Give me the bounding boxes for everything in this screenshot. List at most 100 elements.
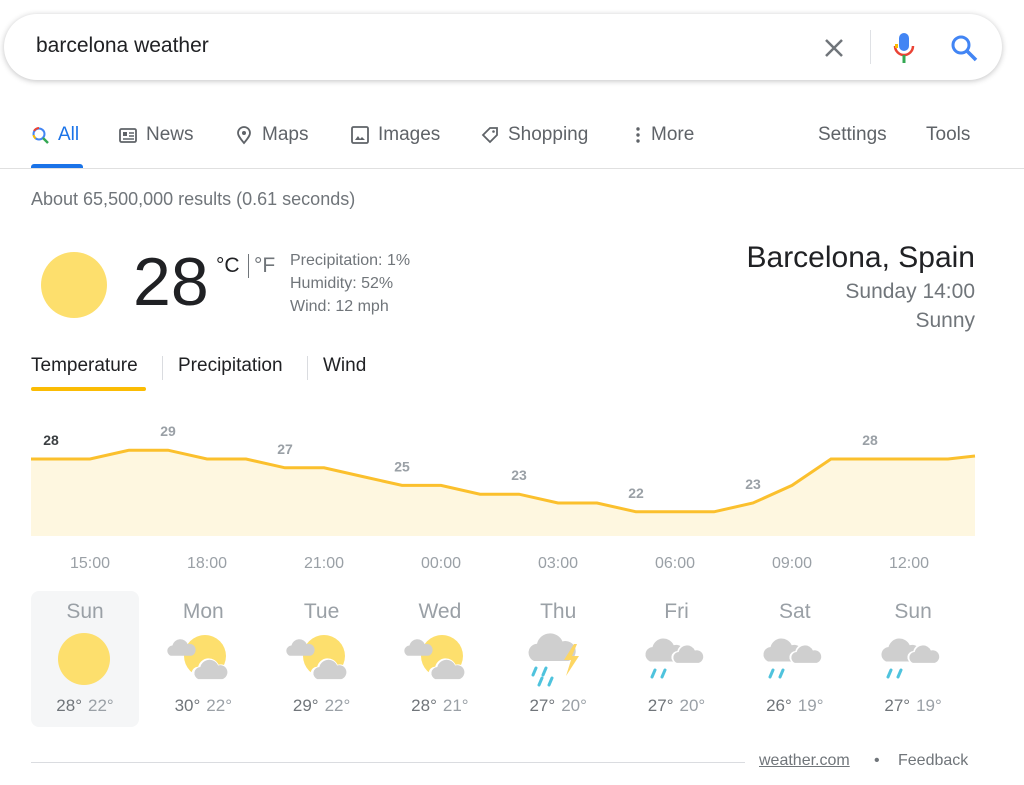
tab-news[interactable]: News [119, 124, 194, 146]
rain-icon [763, 638, 823, 679]
tab-images[interactable]: Images [351, 124, 440, 146]
temperature-label: 27 [277, 441, 293, 457]
current-temperature: 28 [133, 244, 209, 320]
feedback-link[interactable]: Feedback [898, 752, 968, 770]
forecast-day[interactable]: Sun 27° 19° [859, 591, 967, 727]
forecast-day[interactable]: Sun 28° 22° [31, 591, 139, 727]
x-tick-label: 00:00 [420, 555, 462, 572]
footer-divider [31, 762, 745, 763]
rain-icon [644, 638, 704, 679]
day-name: Wed [418, 600, 462, 623]
sun-icon [41, 252, 107, 318]
x-tick-label: 15:00 [69, 555, 111, 572]
tab-label: Images [378, 124, 441, 145]
day-name: Sun [894, 600, 932, 623]
map-pin-icon [237, 125, 251, 144]
low-temp: 19° [797, 696, 824, 715]
low-temp: 21° [442, 696, 469, 715]
high-temp: 27° [647, 696, 674, 715]
location: Barcelona, Spain [746, 241, 976, 274]
forecast-day[interactable]: Mon 30° 22° [149, 591, 257, 727]
high-temp: 29° [292, 696, 319, 715]
day-name: Sun [66, 600, 104, 623]
tab-maps[interactable]: Maps [235, 124, 308, 146]
temperature-chart: 28 29 27 25 23 22 23 28 [31, 423, 976, 536]
forecast-day[interactable]: Thu 27° 20° [504, 591, 612, 727]
tab-shopping[interactable]: Shopping [481, 124, 588, 146]
high-temp: 27° [529, 696, 556, 715]
x-tick-label: 03:00 [537, 555, 579, 572]
weather-source-link[interactable]: weather.com [759, 752, 850, 770]
temperature-label: 22 [628, 485, 644, 501]
forecast-day[interactable]: Sat 26° 19° [741, 591, 849, 727]
x-tick-label: 21:00 [303, 555, 345, 572]
x-tick-label: 06:00 [654, 555, 696, 572]
divider [162, 356, 163, 380]
local-time: Sunday 14:00 [845, 280, 975, 303]
wind: Wind: 12 mph [290, 298, 389, 315]
x-tick-label: 12:00 [888, 555, 930, 572]
search-icon [32, 126, 49, 144]
forecast-day[interactable]: Fri 27° 20° [623, 591, 731, 727]
settings-link[interactable]: Settings [818, 124, 887, 146]
high-temp: 30° [174, 696, 201, 715]
humidity: Humidity: 52% [290, 275, 394, 292]
tools-link[interactable]: Tools [926, 124, 970, 146]
tab-all[interactable]: All [31, 124, 79, 146]
active-tab-indicator [31, 387, 146, 391]
tab-label: Shopping [508, 124, 589, 145]
day-name: Sat [779, 600, 811, 623]
result-stats: About 65,500,000 results (0.61 seconds) [31, 189, 356, 209]
condition: Sunny [915, 309, 975, 332]
high-temp: 28° [411, 696, 437, 715]
low-temp: 22° [88, 696, 114, 715]
partly-cloudy-icon [404, 635, 467, 681]
rain-icon [881, 638, 941, 679]
partly-cloudy-icon [167, 635, 230, 681]
tag-icon [481, 126, 498, 143]
day-name: Fri [664, 600, 689, 623]
unit-divider [248, 254, 249, 278]
tab-label: News [146, 124, 194, 145]
thunderstorm-icon [528, 633, 580, 687]
fahrenheit-toggle[interactable]: °F [254, 254, 275, 278]
tab-label: Maps [262, 124, 309, 145]
low-temp: 22° [324, 696, 351, 715]
partly-cloudy-icon [285, 635, 348, 681]
temperature-label: 29 [160, 423, 176, 439]
high-temp: 28° [56, 696, 82, 715]
precipitation: Precipitation: 1% [290, 252, 411, 269]
day-name: Tue [303, 600, 340, 623]
clear-icon[interactable] [822, 36, 846, 60]
forecast-day[interactable]: Wed 28° 21° [386, 591, 494, 727]
day-name: Mon [182, 600, 224, 623]
microphone-icon[interactable] [892, 31, 916, 65]
sunny-icon [58, 633, 110, 685]
tab-wind[interactable]: Wind [323, 355, 366, 377]
celsius-toggle[interactable]: °C [216, 254, 240, 278]
search-icon[interactable] [949, 33, 979, 63]
tab-divider [0, 168, 1024, 169]
separator: • [874, 752, 880, 769]
more-vert-icon [636, 126, 640, 143]
low-temp: 20° [561, 696, 587, 715]
tab-more[interactable]: More [633, 124, 694, 146]
tab-temperature[interactable]: Temperature [31, 355, 138, 377]
temperature-label: 23 [511, 467, 527, 483]
temperature-label: 23 [745, 476, 761, 492]
search-box [4, 14, 1002, 80]
low-temp: 20° [679, 696, 706, 715]
high-temp: 26° [766, 696, 792, 715]
x-tick-label: 18:00 [186, 555, 228, 572]
news-icon [119, 127, 137, 143]
day-name: Thu [540, 600, 577, 623]
search-input[interactable] [36, 34, 736, 58]
tab-precipitation[interactable]: Precipitation [178, 355, 283, 377]
image-icon [351, 125, 369, 144]
x-tick-label: 09:00 [771, 555, 813, 572]
forecast-day[interactable]: Tue 29° 22° [268, 591, 376, 727]
temperature-label: 28 [43, 432, 59, 448]
active-tab-indicator [31, 164, 83, 168]
low-temp: 19° [916, 696, 942, 715]
low-temp: 22° [206, 696, 233, 715]
